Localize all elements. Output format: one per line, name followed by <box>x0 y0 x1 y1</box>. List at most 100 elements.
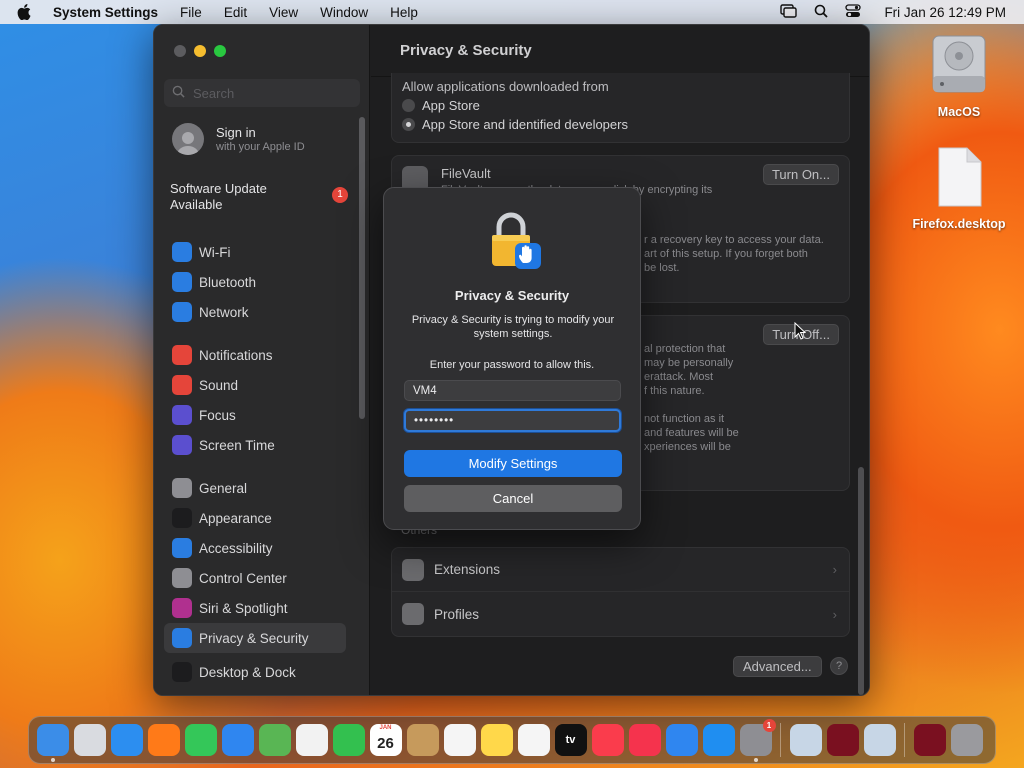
close-button[interactable] <box>174 45 186 57</box>
zoom-button[interactable] <box>214 45 226 57</box>
minimize-button[interactable] <box>194 45 206 57</box>
dock-icon-text: tv <box>565 734 576 746</box>
notes-icon[interactable] <box>480 724 513 756</box>
filevault-turn-on-button[interactable]: Turn On... <box>762 164 839 185</box>
sidebar-item-siri-spotlight[interactable]: Siri & Spotlight <box>164 593 346 623</box>
sidebar-item-control-center[interactable]: Control Center <box>164 563 346 593</box>
wine-installer-icon[interactable] <box>789 724 822 756</box>
apple-menu-icon[interactable] <box>17 4 37 20</box>
search-input[interactable] <box>193 85 353 101</box>
cancel-button[interactable]: Cancel <box>404 485 622 512</box>
help-button[interactable]: ? <box>830 657 848 675</box>
reminders-icon[interactable] <box>443 724 476 756</box>
sidebar-item-focus[interactable]: Focus <box>164 400 346 430</box>
sidebar-item-general[interactable]: General <box>164 473 346 503</box>
sidebar-item-label: Privacy & Security <box>199 630 309 646</box>
menu-window[interactable]: Window <box>320 5 368 20</box>
row-profiles[interactable]: Profiles › <box>392 592 849 636</box>
mail-icon[interactable] <box>221 724 254 756</box>
disk-utility-icon[interactable] <box>863 724 896 756</box>
keynote-icon[interactable] <box>665 724 698 756</box>
desktop-icon-firefox-desktop[interactable]: Firefox.desktop <box>904 146 1014 231</box>
lockdown-ghost-text: al protection that <box>644 343 726 355</box>
signin-subtitle: with your Apple ID <box>216 141 305 153</box>
spotlight-search-icon[interactable] <box>814 4 829 21</box>
control-center-icon[interactable] <box>845 3 862 21</box>
sidebar-item-sound[interactable]: Sound <box>164 370 346 400</box>
calendar-icon[interactable]: JAN 26 <box>369 724 402 756</box>
radio-button-selected[interactable] <box>402 118 415 131</box>
wine-icon[interactable] <box>826 724 859 756</box>
sidebar-item-privacy-security[interactable]: Privacy & Security <box>164 623 346 653</box>
menu-edit[interactable]: Edit <box>224 5 247 20</box>
content-scrollbar[interactable] <box>858 467 864 695</box>
radio-button[interactable] <box>402 99 415 112</box>
launchpad-icon[interactable] <box>73 724 106 756</box>
sidebar-scrollbar[interactable] <box>359 117 365 419</box>
sidebar-item-label: General <box>199 480 248 496</box>
row-label: Extensions <box>434 562 501 577</box>
photos-icon[interactable] <box>295 724 328 756</box>
filevault-ghost-text: be lost. <box>644 262 680 274</box>
music-icon[interactable] <box>591 724 624 756</box>
menu-file[interactable]: File <box>180 5 202 20</box>
sidebar-item-wi-fi[interactable]: Wi-Fi <box>164 237 346 267</box>
username-field[interactable] <box>404 380 621 401</box>
search-field[interactable] <box>164 79 360 107</box>
facetime-icon[interactable] <box>332 724 365 756</box>
auth-dialog: Privacy & Security Privacy & Security is… <box>383 187 641 530</box>
apple-id-signin[interactable]: Sign in with your Apple ID <box>172 123 305 155</box>
modify-settings-button[interactable]: Modify Settings <box>404 450 622 477</box>
radio-app-store[interactable]: App Store <box>402 98 839 113</box>
app-store-icon[interactable] <box>702 724 735 756</box>
maps-icon[interactable] <box>258 724 291 756</box>
menu-help[interactable]: Help <box>390 5 418 20</box>
safari-icon[interactable] <box>110 724 143 756</box>
sidebar-item-appearance[interactable]: Appearance <box>164 503 346 533</box>
advanced-button[interactable]: Advanced... <box>733 656 822 677</box>
sidebar-item-desktop-dock[interactable]: Desktop & Dock <box>164 657 346 687</box>
sidebar-item-accessibility[interactable]: Accessibility <box>164 533 346 563</box>
system-settings-icon[interactable]: 1 <box>739 719 776 762</box>
trash-icon[interactable] <box>950 724 983 756</box>
screen-mirroring-icon[interactable] <box>780 3 798 21</box>
dock-separator <box>780 723 781 757</box>
menu-view[interactable]: View <box>269 5 298 20</box>
firefox-icon[interactable] <box>147 724 180 756</box>
software-update-item[interactable]: Software Update Available 1 <box>170 181 350 213</box>
dock-icon-text: 26 <box>377 734 394 752</box>
avatar <box>172 123 204 155</box>
sidebar-item-label: Sound <box>199 377 239 393</box>
sidebar-item-network[interactable]: Network <box>164 297 346 327</box>
lock-hand-icon <box>488 210 542 275</box>
finder-icon[interactable] <box>36 724 69 762</box>
dialog-prompt: Enter your password to allow this. <box>429 359 595 371</box>
dock-icon <box>172 662 192 682</box>
sidebar-group-notifications: Notifications Sound Focus Screen Time <box>164 340 346 460</box>
menu-app-name[interactable]: System Settings <box>53 5 158 20</box>
contacts-icon[interactable] <box>406 724 439 756</box>
sidebar-item-screen-time[interactable]: Screen Time <box>164 430 346 460</box>
radio-label: App Store <box>422 98 480 113</box>
wine-app-icon[interactable] <box>913 724 946 756</box>
control-center-icon <box>172 568 192 588</box>
signin-title: Sign in <box>216 125 256 140</box>
lockdown-ghost-text: and features will be <box>644 427 739 439</box>
sidebar-item-notifications[interactable]: Notifications <box>164 340 346 370</box>
sidebar-item-label: Focus <box>199 407 236 423</box>
moon-icon <box>172 405 192 425</box>
password-field[interactable] <box>404 409 621 432</box>
news-icon[interactable] <box>628 724 661 756</box>
hard-drive-icon <box>930 32 988 101</box>
desktop-icon-macos[interactable]: MacOS <box>904 32 1014 119</box>
search-icon <box>172 85 185 101</box>
extensions-icon <box>402 558 424 581</box>
menu-clock[interactable]: Fri Jan 26 12:49 PM <box>884 5 1006 20</box>
radio-app-store-developers[interactable]: App Store and identified developers <box>402 117 839 132</box>
row-extensions[interactable]: Extensions › <box>392 548 849 592</box>
sidebar-item-label: Notifications <box>199 347 273 363</box>
tv-icon[interactable]: tv <box>554 724 587 756</box>
messages-icon[interactable] <box>184 724 217 756</box>
sidebar-item-bluetooth[interactable]: Bluetooth <box>164 267 346 297</box>
freeform-icon[interactable] <box>517 724 550 756</box>
